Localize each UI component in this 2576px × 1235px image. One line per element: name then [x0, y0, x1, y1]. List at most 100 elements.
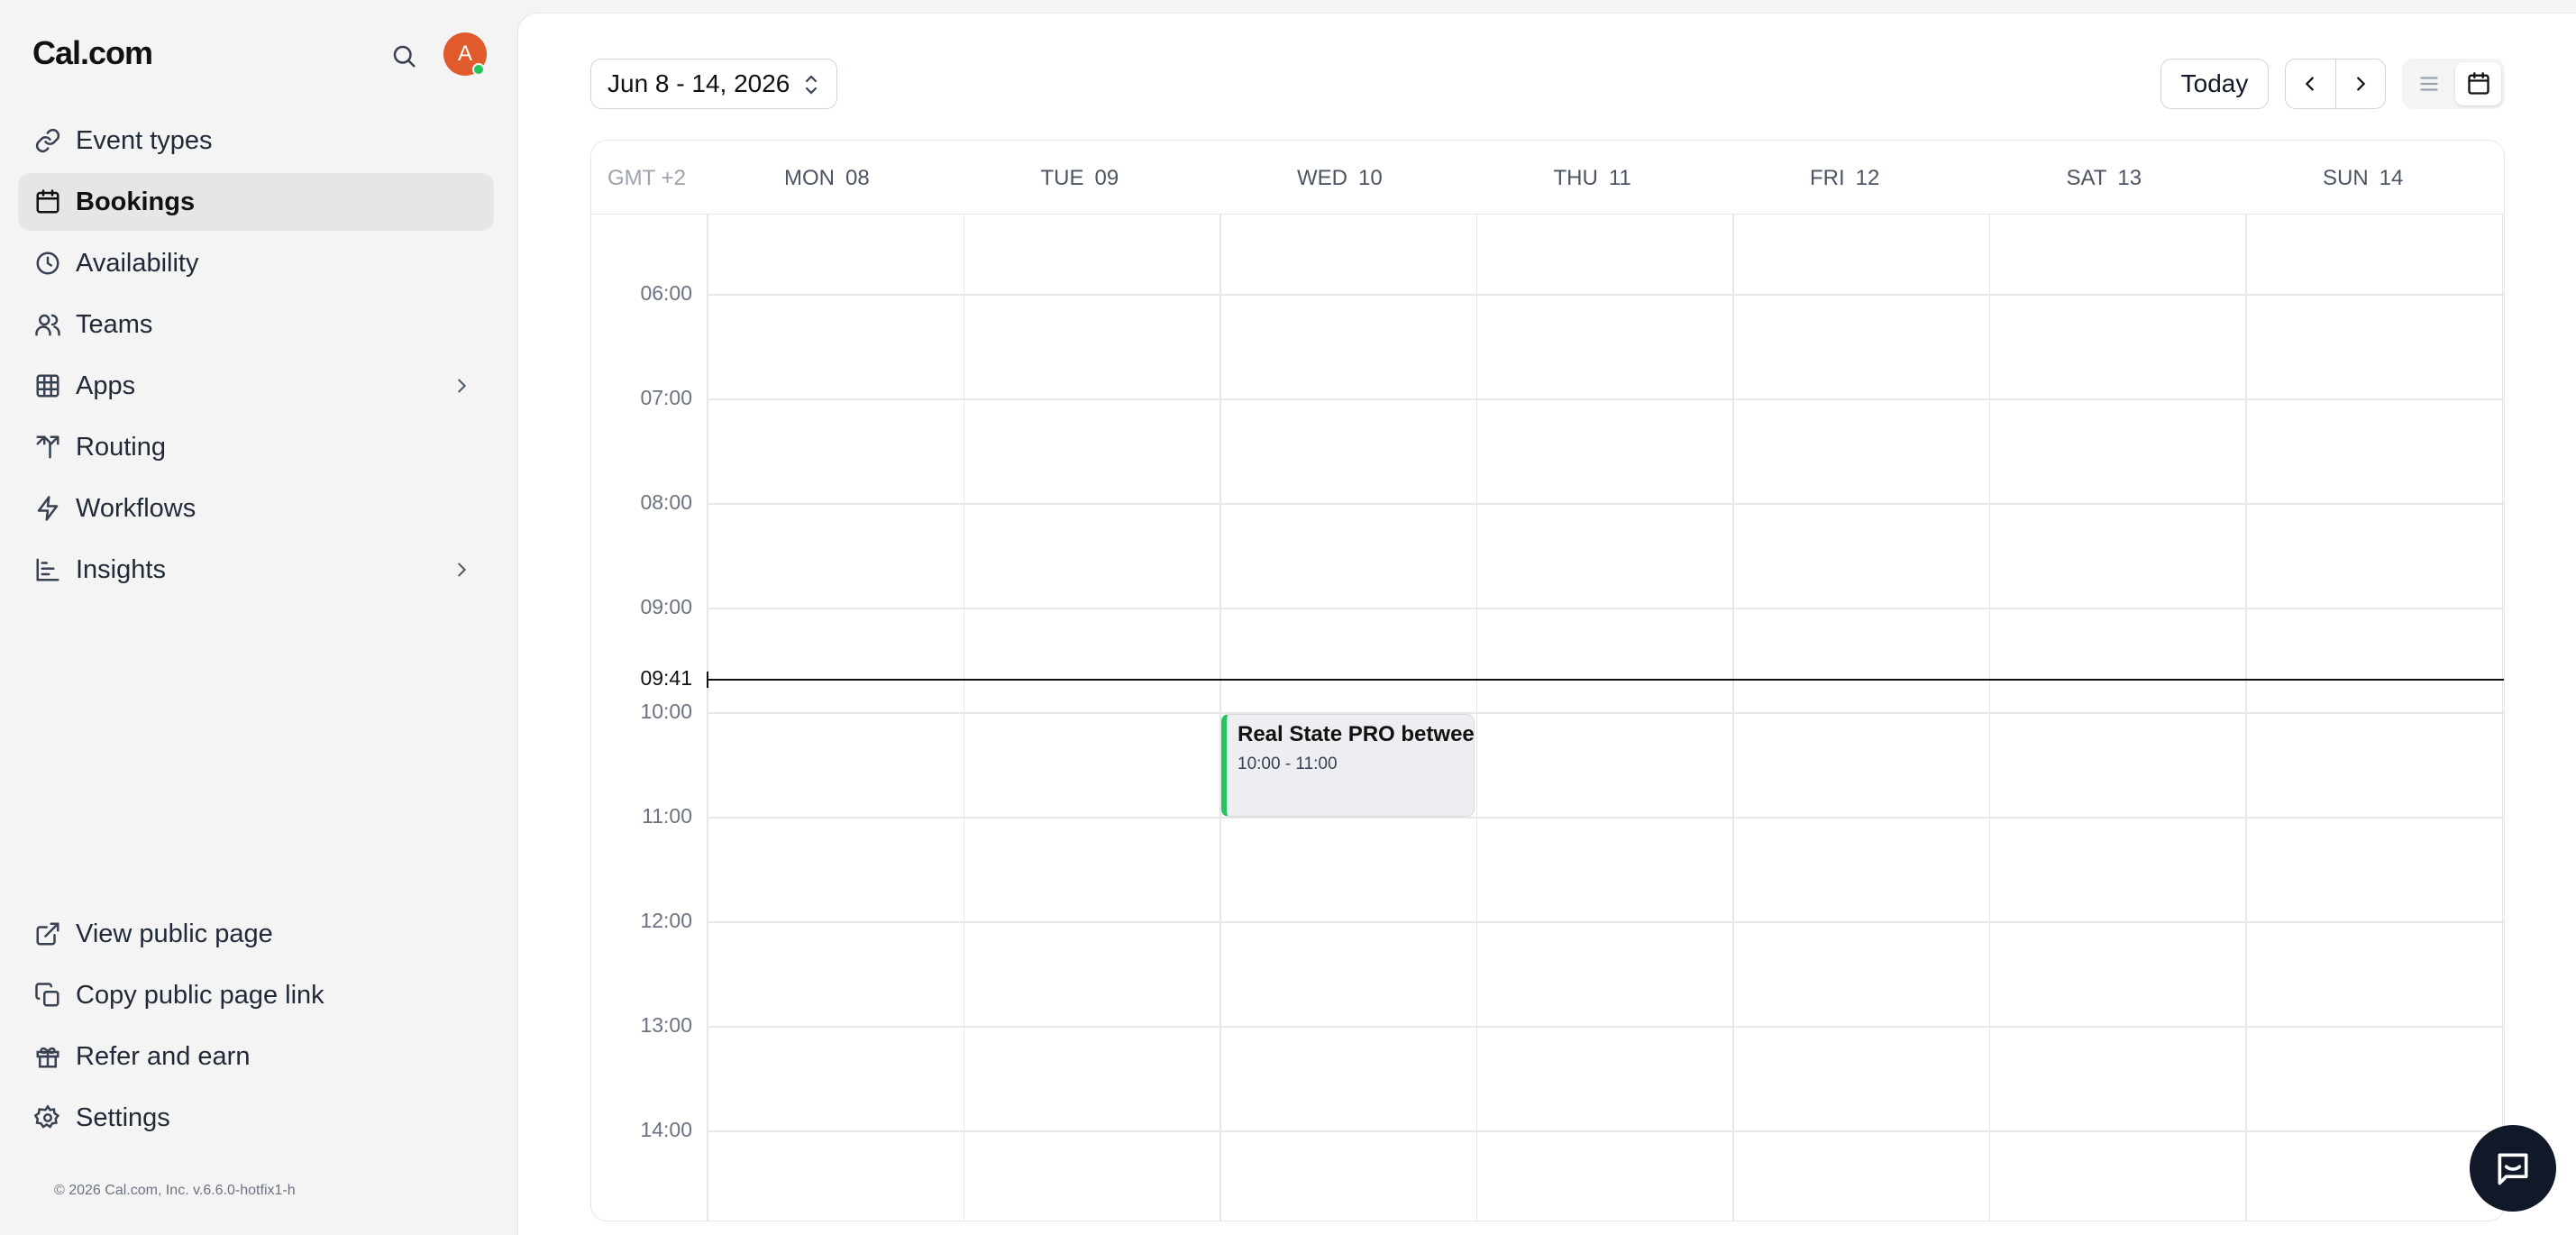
hour-gridline	[707, 503, 2504, 505]
day-of-week: WED	[1297, 166, 1347, 190]
hour-label: 08:00	[640, 490, 692, 514]
event-title: Real State PRO between	[1238, 722, 1475, 746]
current-time-label: 09:41	[640, 666, 692, 691]
day-of-week: MON	[784, 166, 835, 190]
hour-gridline	[707, 1026, 2504, 1028]
day-header-tue: TUE 09	[1041, 166, 1297, 191]
day-date: 11	[1608, 166, 1631, 190]
sidebar-item-label: Copy public page link	[76, 980, 324, 1010]
hour-label: 12:00	[640, 909, 692, 932]
day-date: 10	[1358, 166, 1383, 190]
booking-event[interactable]: Real State PRO between 10:00 - 11:00	[1221, 714, 1475, 817]
hour-label: 10:00	[640, 700, 692, 723]
event-time: 10:00 - 11:00	[1238, 755, 1338, 773]
day-date: 08	[845, 166, 870, 190]
day-column-divider	[1219, 215, 1221, 1221]
day-column-divider	[2501, 215, 2503, 1221]
gift-icon	[32, 1041, 63, 1072]
sidebar-item-bookings[interactable]: Bookings	[18, 173, 494, 231]
sidebar-item-availability[interactable]: Availability	[18, 234, 494, 292]
hour-gridline	[707, 1130, 2504, 1132]
date-range-picker[interactable]: Jun 8 - 14, 2026	[590, 59, 837, 109]
list-view-button[interactable]	[2406, 62, 2452, 105]
split-icon	[32, 432, 63, 462]
external-link-icon	[32, 919, 63, 949]
sidebar-item-label: Teams	[76, 309, 153, 339]
app-window: Cal.com A Event types Bookings Availabil…	[0, 0, 2576, 1235]
day-of-week: FRI	[1810, 166, 1845, 190]
hour-gridline	[707, 398, 2504, 400]
calendar-grid[interactable]: 06:00 07:00 08:00 09:00 10:00 11:00 12:00 13:00…	[591, 215, 2504, 1221]
chevron-left-icon	[2306, 77, 2315, 91]
day-column-divider	[1475, 215, 1477, 1221]
sidebar-item-routing[interactable]: Routing	[18, 418, 494, 476]
hour-label: 09:00	[640, 595, 692, 618]
day-column-divider	[963, 215, 964, 1221]
date-range-label: Jun 8 - 14, 2026	[607, 69, 790, 97]
sidebar-item-label: Apps	[76, 370, 136, 400]
next-week-button[interactable]	[2336, 59, 2386, 108]
sidebar-item-insights[interactable]: Insights	[18, 541, 494, 599]
chevron-right-icon	[449, 373, 474, 398]
hour-label: 14:00	[640, 1118, 692, 1141]
sidebar: Cal.com A Event types Bookings Availabil…	[0, 0, 516, 1235]
users-icon	[32, 309, 63, 340]
avatar-initial: A	[457, 41, 472, 66]
settings-icon	[32, 1102, 63, 1133]
hour-label: 13:00	[640, 1013, 692, 1037]
sidebar-item-label: Event types	[76, 125, 213, 155]
current-time-tick	[707, 672, 708, 689]
hour-label: 07:00	[640, 386, 692, 409]
day-date: 09	[1094, 166, 1119, 190]
support-chat-button[interactable]	[2470, 1125, 2556, 1212]
day-header-mon: MON 08	[784, 166, 1040, 191]
day-date: 12	[1855, 166, 1880, 190]
day-date: 14	[2379, 166, 2404, 190]
sidebar-item-settings[interactable]: Settings	[18, 1089, 494, 1147]
day-header-thu: THU 11	[1554, 166, 1810, 191]
chevron-right-icon	[449, 557, 474, 582]
chat-icon	[2498, 1153, 2528, 1185]
day-column-divider	[1988, 215, 1990, 1221]
online-status-dot	[472, 63, 485, 76]
day-header-wed: WED 10	[1297, 166, 1553, 191]
search-icon	[393, 45, 416, 68]
zap-icon	[32, 493, 63, 524]
day-column-divider	[707, 215, 708, 1221]
calendar-view-button[interactable]	[2455, 62, 2501, 105]
logo[interactable]: Cal.com	[32, 34, 153, 72]
sidebar-item-view-public-page[interactable]: View public page	[18, 905, 494, 963]
bar-chart-icon	[32, 554, 63, 585]
sidebar-item-refer-and-earn[interactable]: Refer and earn	[18, 1028, 494, 1085]
day-date: 13	[2117, 166, 2142, 190]
day-header-sun: SUN 14	[2323, 166, 2504, 191]
sidebar-item-workflows[interactable]: Workflows	[18, 480, 494, 537]
hour-label: 11:00	[642, 804, 692, 828]
version-footer: © 2026 Cal.com, Inc. v.6.6.0-hotfix1-h	[54, 1183, 296, 1198]
day-column-divider	[1732, 215, 1734, 1221]
week-navigation	[2285, 59, 2386, 109]
current-time-indicator	[707, 679, 2504, 682]
sidebar-item-copy-public-page-link[interactable]: Copy public page link	[18, 966, 494, 1024]
sidebar-item-label: Settings	[76, 1102, 170, 1132]
sidebar-item-label: Bookings	[76, 187, 196, 216]
calendar-icon	[32, 187, 63, 217]
day-of-week: SAT	[2066, 166, 2107, 190]
chevron-up-down-icon	[800, 72, 822, 104]
sidebar-item-apps[interactable]: Apps	[18, 357, 494, 415]
previous-week-button[interactable]	[2286, 59, 2336, 108]
sidebar-item-teams[interactable]: Teams	[18, 296, 494, 353]
hour-gridline	[707, 712, 2504, 714]
hour-label: 06:00	[640, 281, 692, 305]
copy-icon	[32, 980, 63, 1011]
day-of-week: THU	[1553, 166, 1598, 190]
hour-gridline	[707, 817, 2504, 819]
day-of-week: SUN	[2323, 166, 2369, 190]
sidebar-item-event-types[interactable]: Event types	[18, 112, 494, 169]
day-header-fri: FRI 12	[1810, 166, 2066, 191]
main-panel: Jun 8 - 14, 2026 Today GMT +2 MON 08 TUE 09…	[517, 13, 2576, 1235]
sidebar-item-label: Workflows	[76, 493, 196, 523]
chevron-right-icon	[2356, 77, 2365, 91]
search-button[interactable]	[386, 38, 422, 74]
today-button[interactable]: Today	[2160, 59, 2269, 109]
